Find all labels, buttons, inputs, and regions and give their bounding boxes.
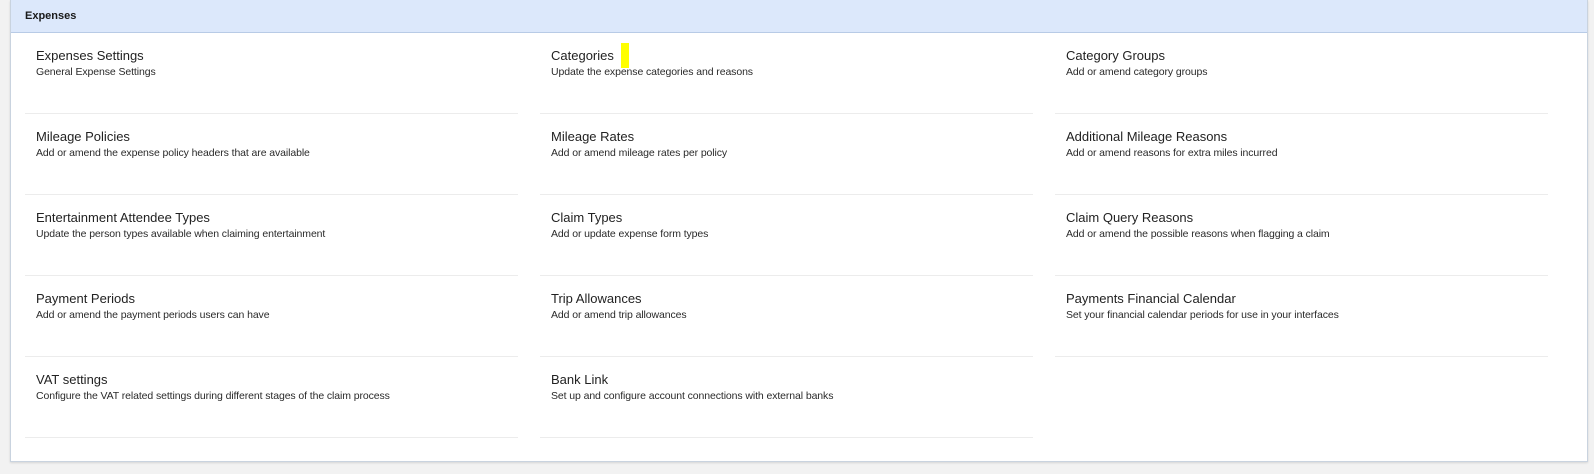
tile-trip-allowances[interactable]: Trip Allowances Add or amend trip allowa… <box>540 276 1033 357</box>
tile-payments-financial-calendar[interactable]: Payments Financial Calendar Set your fin… <box>1055 276 1548 357</box>
tile-description: General Expense Settings <box>36 66 156 78</box>
panel-title: Expenses <box>25 10 77 22</box>
expenses-panel: Expenses Expenses Settings General Expen… <box>10 0 1588 462</box>
tile-description: Add or amend reasons for extra miles inc… <box>1066 147 1278 159</box>
panel-header: Expenses <box>11 0 1587 33</box>
tile-description: Set up and configure account connections… <box>551 390 834 402</box>
tile-expenses-settings[interactable]: Expenses Settings General Expense Settin… <box>25 33 518 114</box>
tile-mileage-rates[interactable]: Mileage Rates Add or amend mileage rates… <box>540 114 1033 195</box>
tile-description: Add or amend trip allowances <box>551 309 687 321</box>
tile-mileage-policies[interactable]: Mileage Policies Add or amend the expens… <box>25 114 518 195</box>
tile-description: Add or amend category groups <box>1066 66 1208 78</box>
tile-description: Configure the VAT related settings durin… <box>36 390 390 402</box>
tile-title: Entertainment Attendee Types <box>36 210 210 225</box>
tile-description: Add or update expense form types <box>551 228 709 240</box>
highlight-marker <box>621 43 629 68</box>
tile-title: Categories <box>551 43 629 68</box>
tile-description: Set your financial calendar periods for … <box>1066 309 1339 321</box>
tile-title: Bank Link <box>551 372 609 387</box>
tile-title: VAT settings <box>36 372 108 387</box>
tile-title: Claim Types <box>551 210 623 225</box>
tile-title: Payment Periods <box>36 291 135 306</box>
tile-title: Mileage Policies <box>36 129 130 144</box>
tile-additional-mileage-reasons[interactable]: Additional Mileage Reasons Add or amend … <box>1055 114 1548 195</box>
settings-grid: Expenses Settings General Expense Settin… <box>25 33 1575 438</box>
tile-description: Add or amend mileage rates per policy <box>551 147 728 159</box>
tile-description: Add or amend the payment periods users c… <box>36 309 270 321</box>
empty-cell <box>1055 357 1548 438</box>
tile-payment-periods[interactable]: Payment Periods Add or amend the payment… <box>25 276 518 357</box>
tile-title: Payments Financial Calendar <box>1066 291 1236 306</box>
tile-description: Update the person types available when c… <box>36 228 326 240</box>
tile-title: Trip Allowances <box>551 291 642 306</box>
tile-claim-query-reasons[interactable]: Claim Query Reasons Add or amend the pos… <box>1055 195 1548 276</box>
tile-claim-types[interactable]: Claim Types Add or update expense form t… <box>540 195 1033 276</box>
tile-category-groups[interactable]: Category Groups Add or amend category gr… <box>1055 33 1548 114</box>
tile-title-text: Categories <box>551 48 614 63</box>
tile-title: Expenses Settings <box>36 48 144 63</box>
tile-description: Add or amend the possible reasons when f… <box>1066 228 1330 240</box>
tile-bank-link[interactable]: Bank Link Set up and configure account c… <box>540 357 1033 438</box>
tile-title: Additional Mileage Reasons <box>1066 129 1228 144</box>
tile-description: Add or amend the expense policy headers … <box>36 147 310 159</box>
tile-categories[interactable]: Categories Update the expense categories… <box>540 33 1033 114</box>
tile-entertainment-attendee-types[interactable]: Entertainment Attendee Types Update the … <box>25 195 518 276</box>
tile-vat-settings[interactable]: VAT settings Configure the VAT related s… <box>25 357 518 438</box>
tile-title: Category Groups <box>1066 48 1165 63</box>
tile-title: Claim Query Reasons <box>1066 210 1194 225</box>
tile-title: Mileage Rates <box>551 129 635 144</box>
